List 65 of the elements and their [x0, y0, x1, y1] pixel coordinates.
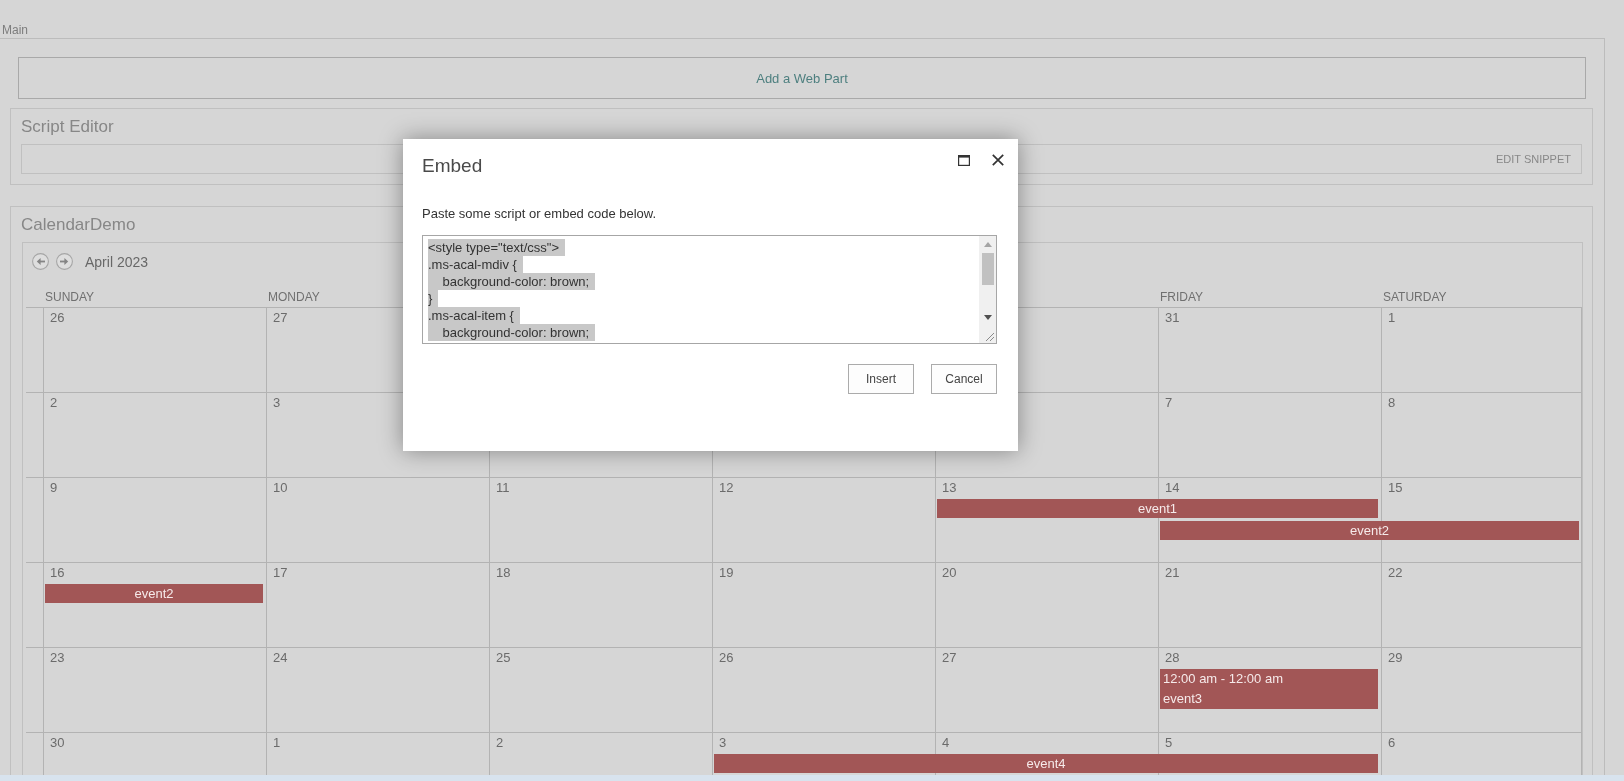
- zone-label: Main: [2, 22, 28, 38]
- day-number: 7: [1165, 395, 1173, 411]
- day-number: 2: [50, 395, 58, 411]
- event-bar[interactable]: 12:00 am - 12:00 am event3: [1160, 669, 1378, 709]
- day-number: 8: [1388, 395, 1396, 411]
- day-number: 22: [1388, 565, 1403, 581]
- day-number: 9: [50, 480, 58, 496]
- event-bar[interactable]: event4: [714, 754, 1378, 773]
- weekday-header: SUNDAY: [45, 289, 95, 305]
- day-number: 25: [496, 650, 511, 666]
- day-number: 12: [719, 480, 734, 496]
- cancel-button[interactable]: Cancel: [931, 364, 997, 394]
- day-number: 26: [719, 650, 734, 666]
- day-number: 23: [50, 650, 65, 666]
- day-number: 17: [273, 565, 288, 581]
- day-number: 26: [50, 310, 65, 326]
- day-number: 1: [1388, 310, 1396, 326]
- day-number: 3: [719, 735, 727, 751]
- event-bar[interactable]: event2: [45, 584, 263, 603]
- resize-grip-icon[interactable]: [985, 332, 994, 341]
- day-number: 27: [273, 310, 288, 326]
- day-number: 10: [273, 480, 288, 496]
- insert-button[interactable]: Insert: [848, 364, 914, 394]
- scrollbar-thumb[interactable]: [981, 253, 994, 285]
- web-part-title: Script Editor: [21, 116, 114, 138]
- close-icon[interactable]: [992, 154, 1004, 166]
- add-web-part-button[interactable]: Add a Web Part: [18, 57, 1586, 99]
- event-time: 12:00 am - 12:00 am: [1163, 670, 1283, 688]
- scrollbar[interactable]: [979, 236, 996, 343]
- code-textarea[interactable]: <style type="text/css"> .ms-acal-mdiv { background-color: brown; } .ms-acal-item { background-color: brown;: [422, 235, 997, 344]
- web-part-title: CalendarDemo: [21, 214, 136, 236]
- weekday-header: FRIDAY: [1160, 289, 1204, 305]
- day-number: 13: [942, 480, 957, 496]
- day-number: 2: [496, 735, 504, 751]
- day-number: 4: [942, 735, 950, 751]
- scroll-up-icon[interactable]: [983, 242, 992, 247]
- day-number: 30: [50, 735, 65, 751]
- day-number: 14: [1165, 480, 1180, 496]
- dialog-title: Embed: [422, 154, 483, 178]
- day-number: 11: [496, 480, 510, 496]
- event-bar[interactable]: event1: [937, 499, 1378, 518]
- month-label: April 2023: [85, 253, 149, 270]
- day-number: 18: [496, 565, 511, 581]
- day-number: 20: [942, 565, 957, 581]
- day-number: 1: [273, 735, 281, 751]
- day-number: 29: [1388, 650, 1403, 666]
- day-number: 27: [942, 650, 957, 666]
- day-number: 16: [50, 565, 65, 581]
- event-title: event3: [1163, 690, 1203, 708]
- day-number: 6: [1388, 735, 1396, 751]
- day-number: 19: [719, 565, 734, 581]
- day-number: 21: [1165, 565, 1180, 581]
- day-number: 3: [273, 395, 281, 411]
- day-number: 31: [1165, 310, 1180, 326]
- weekday-header: MONDAY: [268, 289, 320, 305]
- dialog-instructions: Paste some script or embed code below.: [422, 205, 657, 223]
- day-number: 28: [1165, 650, 1180, 666]
- event-bar[interactable]: event2: [1160, 521, 1579, 540]
- day-number: 5: [1165, 735, 1173, 751]
- day-number: 24: [273, 650, 288, 666]
- edit-snippet-link[interactable]: EDIT SNIPPET: [1496, 153, 1571, 165]
- day-number: 15: [1388, 480, 1403, 496]
- maximize-icon[interactable]: [958, 155, 970, 166]
- scroll-down-icon[interactable]: [983, 315, 992, 320]
- weekday-header: SATURDAY: [1383, 289, 1447, 305]
